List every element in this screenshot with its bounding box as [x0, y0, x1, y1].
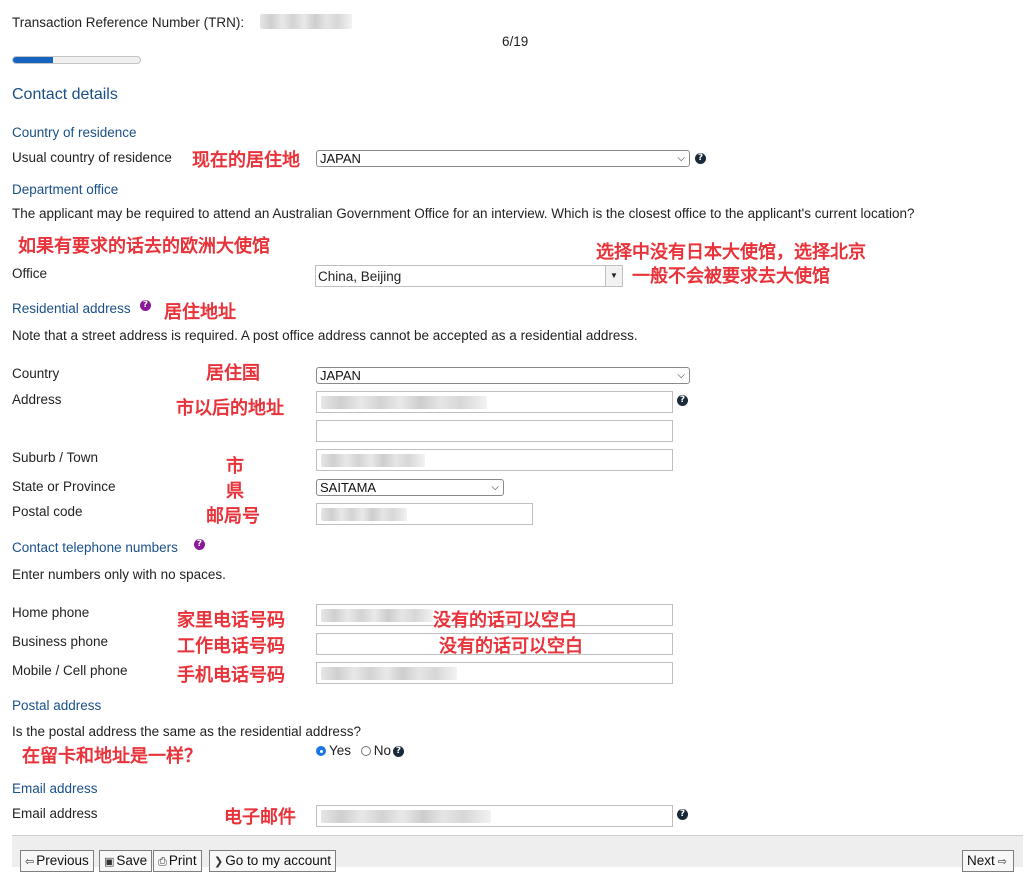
- redacted-value: [321, 810, 491, 823]
- chevron-right-icon: ❯: [214, 856, 224, 868]
- annotation-residential: 居住地址: [164, 302, 236, 323]
- arrow-right-icon: ⇨: [997, 856, 1007, 868]
- go-to-account-button[interactable]: ❯ Go to my account: [209, 850, 337, 872]
- country-value: JAPAN: [320, 368, 361, 383]
- print-label: Print: [168, 853, 197, 868]
- postal-same-radio-group: Yes No: [316, 743, 391, 758]
- postal-code-input[interactable]: [316, 503, 533, 525]
- redacted-value: [321, 508, 407, 521]
- redacted-value: [321, 609, 433, 622]
- section-contact-phone: Contact telephone numbers: [12, 540, 178, 555]
- trn-value-redacted: [260, 14, 352, 30]
- help-icon[interactable]: ?: [677, 809, 688, 820]
- annotation-mobile-phone: 手机电话号码: [177, 665, 285, 686]
- trn-label: Transaction Reference Number (TRN):: [12, 15, 245, 30]
- redacted-value: [321, 396, 487, 409]
- postal-question: Is the postal address the same as the re…: [12, 724, 361, 739]
- progress-fill: [13, 57, 54, 63]
- section-postal-address: Postal address: [12, 698, 102, 713]
- help-icon[interactable]: ?: [140, 300, 151, 311]
- annotation-usual-country: 现在的居住地: [192, 150, 300, 171]
- annotation-office-2-line1: 选择中没有日本大使馆，选择北京: [596, 242, 866, 263]
- residential-note: Note that a street address is required. …: [12, 328, 638, 343]
- redacted-value: [321, 667, 457, 680]
- chevron-down-icon: ⌵: [677, 370, 685, 381]
- mobile-phone-label: Mobile / Cell phone: [12, 663, 128, 678]
- address-label: Address: [12, 392, 62, 407]
- address-line1-input[interactable]: [316, 391, 673, 413]
- annotation-postal-code: 邮局号: [206, 506, 260, 527]
- next-button[interactable]: Next ⇨: [962, 850, 1014, 872]
- usual-country-value: JAPAN: [320, 151, 361, 166]
- suburb-label: Suburb / Town: [12, 450, 99, 465]
- help-icon[interactable]: ?: [393, 746, 404, 757]
- yes-label: Yes: [329, 743, 352, 758]
- suburb-input[interactable]: [316, 449, 673, 471]
- state-label: State or Province: [12, 479, 116, 494]
- usual-country-select[interactable]: JAPAN ⌵: [316, 150, 690, 167]
- annotation-suburb: 市: [226, 456, 244, 477]
- previous-button[interactable]: ⇦ Previous: [20, 850, 94, 872]
- annotation-email: 电子邮件: [224, 807, 296, 828]
- chevron-down-icon: ⌵: [677, 153, 685, 164]
- office-combobox[interactable]: China, Beijing ▼: [315, 265, 623, 287]
- annotation-country: 居住国: [206, 363, 260, 384]
- email-input[interactable]: [316, 805, 673, 827]
- annotation-business-phone: 工作电话号码: [177, 636, 285, 657]
- printer-icon: ⎙: [158, 856, 167, 868]
- account-label: Go to my account: [225, 853, 332, 868]
- page-counter: 6/19: [502, 34, 529, 49]
- annotation-office-2-line2: 一般不会被要求去大使馆: [632, 266, 830, 287]
- department-office-description: The applicant may be required to attend …: [12, 206, 915, 221]
- dropdown-arrow-icon[interactable]: ▼: [605, 266, 622, 286]
- section-email: Email address: [12, 781, 98, 796]
- section-country-of-residence: Country of residence: [12, 125, 137, 140]
- arrow-left-icon: ⇦: [25, 856, 35, 868]
- email-label: Email address: [12, 806, 98, 821]
- mobile-phone-input[interactable]: [316, 662, 673, 684]
- footer-bar: ⇦ Previous ▣ Save ⎙ Print ❯ Go to my account…: [12, 835, 1023, 872]
- state-value: SAITAMA: [320, 480, 377, 495]
- progress-bar: [12, 56, 141, 64]
- no-radio[interactable]: [360, 746, 371, 756]
- annotation-state: 県: [226, 481, 244, 502]
- annotation-home-optional: 没有的话可以空白: [433, 610, 577, 631]
- save-label: Save: [116, 853, 148, 868]
- help-icon[interactable]: ?: [677, 395, 688, 406]
- no-label: No: [373, 743, 392, 758]
- annotation-address: 市以后的地址: [176, 398, 284, 419]
- redacted-value: [321, 454, 425, 467]
- next-label: Next: [967, 853, 995, 868]
- usual-country-label: Usual country of residence: [12, 150, 172, 165]
- annotation-home-phone: 家里电话号码: [177, 610, 285, 631]
- annotation-business-optional: 没有的话可以空白: [439, 636, 583, 657]
- business-phone-label: Business phone: [12, 634, 109, 649]
- home-phone-label: Home phone: [12, 605, 90, 620]
- section-residential-address: Residential address: [12, 301, 131, 316]
- yes-radio[interactable]: [316, 746, 326, 756]
- help-icon[interactable]: ?: [695, 153, 706, 164]
- page-title: Contact details: [12, 86, 118, 103]
- help-icon[interactable]: ?: [194, 539, 205, 550]
- office-value: China, Beijing: [318, 269, 402, 284]
- chevron-down-icon: ⌵: [491, 482, 499, 493]
- save-button[interactable]: ▣ Save: [99, 850, 153, 872]
- state-select[interactable]: SAITAMA ⌵: [316, 479, 504, 496]
- country-label: Country: [12, 366, 60, 381]
- country-select[interactable]: JAPAN ⌵: [316, 367, 690, 384]
- address-line2-input[interactable]: [316, 420, 673, 442]
- floppy-disk-icon: ▣: [104, 856, 115, 868]
- section-department-office: Department office: [12, 182, 119, 197]
- postal-code-label: Postal code: [12, 504, 83, 519]
- previous-label: Previous: [36, 853, 89, 868]
- print-button[interactable]: ⎙ Print: [153, 850, 202, 872]
- office-label: Office: [12, 266, 48, 281]
- annotation-postal: 在留卡和地址是一样？: [22, 746, 202, 767]
- phone-note: Enter numbers only with no spaces.: [12, 567, 226, 582]
- annotation-office-1: 如果有要求的话去的欧洲大使馆: [18, 236, 270, 257]
